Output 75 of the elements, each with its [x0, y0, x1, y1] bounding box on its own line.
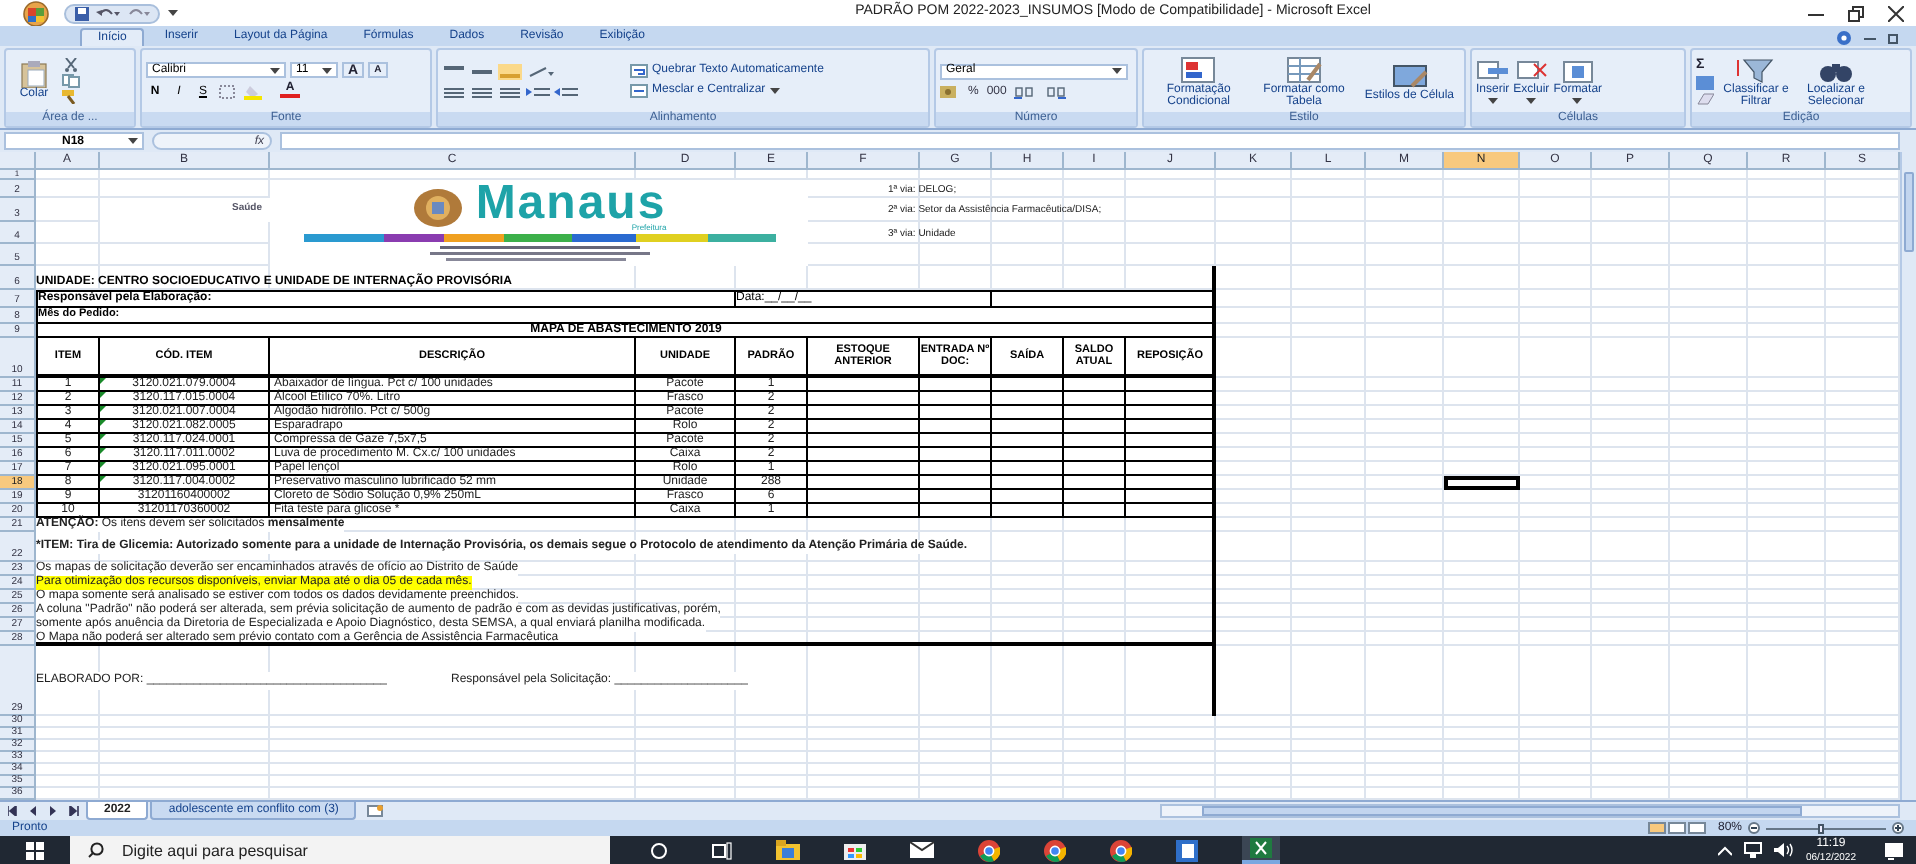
chrome-icon[interactable]	[1110, 839, 1132, 861]
scrollbar-thumb[interactable]	[1202, 806, 1802, 816]
increase-decimal-icon[interactable]	[1014, 83, 1039, 99]
undo-icon[interactable]	[96, 5, 120, 21]
decrease-decimal-icon[interactable]	[1046, 83, 1071, 99]
caret-icon	[322, 67, 332, 73]
caret-icon	[769, 88, 780, 94]
zoom-out-icon[interactable]	[1748, 822, 1760, 834]
caret-icon	[1572, 98, 1583, 104]
conditional-format-icon	[1178, 55, 1219, 83]
page-layout-icon[interactable]	[1667, 822, 1686, 834]
paintbrush-icon[interactable]	[62, 90, 80, 104]
new-sheet-icon[interactable]	[366, 804, 387, 818]
align-icon[interactable]	[442, 83, 466, 99]
customize-caret-icon[interactable]	[168, 10, 178, 16]
chrome-icon[interactable]	[1044, 839, 1066, 861]
indent-icon[interactable]	[554, 83, 578, 99]
notification-icon[interactable]	[1884, 841, 1904, 859]
merge-icon	[630, 84, 648, 98]
caret-icon	[1112, 68, 1122, 74]
zoom-slider-thumb[interactable]	[1817, 823, 1824, 833]
borders-icon[interactable]	[218, 83, 238, 99]
copy-icon[interactable]	[62, 74, 80, 88]
help-icon[interactable]	[1836, 29, 1852, 45]
restore-icon[interactable]	[1848, 5, 1864, 21]
spreadsheet-icon	[1250, 838, 1272, 858]
task-view-icon[interactable]	[712, 841, 732, 859]
sheet-nav-icon[interactable]	[68, 806, 82, 816]
vertical-scrollbar[interactable]	[1900, 152, 1916, 800]
document-icon[interactable]	[1176, 839, 1198, 861]
search-icon	[88, 842, 104, 858]
orientation-icon[interactable]	[526, 63, 554, 79]
indent-icon[interactable]	[526, 83, 550, 99]
align-icon[interactable]	[470, 83, 494, 99]
restore-icon[interactable]	[1888, 31, 1900, 43]
caret-icon	[1487, 98, 1498, 104]
currency-icon[interactable]	[940, 83, 960, 99]
caret-icon	[270, 67, 280, 73]
save-icon[interactable]	[74, 5, 90, 21]
table-format-icon	[1284, 55, 1324, 83]
delete-cells-icon	[1515, 58, 1548, 84]
network-icon[interactable]	[1743, 842, 1762, 858]
scrollbar-thumb[interactable]	[1904, 172, 1914, 252]
chevron-up-icon[interactable]	[1717, 845, 1732, 855]
scissors-icon[interactable]	[62, 58, 80, 72]
close-icon[interactable]	[1888, 5, 1904, 21]
redo-icon[interactable]	[126, 5, 150, 21]
page-break-icon[interactable]	[1687, 822, 1706, 834]
folder-icon[interactable]	[776, 840, 800, 860]
eraser-icon[interactable]	[1696, 91, 1714, 105]
insert-cells-icon	[1476, 58, 1509, 84]
search-field[interactable]: Digite aqui para pesquisar	[70, 836, 610, 864]
zoom-in-icon[interactable]	[1892, 822, 1904, 834]
format-cells-icon	[1561, 58, 1594, 84]
logo-wordmark: Manaus	[475, 184, 667, 224]
cell-styles-icon	[1389, 61, 1430, 89]
caret-icon	[1526, 98, 1537, 104]
horizontal-scrollbar[interactable]	[1160, 804, 1900, 818]
circle-icon[interactable]	[650, 841, 668, 859]
clipboard-icon	[20, 60, 48, 88]
align-icon[interactable]	[498, 83, 522, 99]
filter-icon	[1736, 55, 1776, 83]
sheet-nav-icon[interactable]	[8, 806, 22, 816]
windows-start-icon[interactable]	[26, 841, 44, 859]
chrome-icon[interactable]	[978, 839, 1000, 861]
wrap-icon	[630, 64, 648, 78]
speaker-icon[interactable]	[1773, 842, 1794, 858]
formula-input[interactable]	[280, 132, 1900, 150]
excel-taskbar-button[interactable]	[1242, 836, 1280, 864]
store-bag-icon[interactable]	[844, 840, 866, 860]
emblem-icon	[411, 188, 464, 228]
envelope-icon[interactable]	[910, 840, 934, 860]
active-cell[interactable]	[1444, 476, 1520, 490]
fill-icon[interactable]	[1696, 75, 1714, 89]
caret-icon	[128, 138, 138, 144]
